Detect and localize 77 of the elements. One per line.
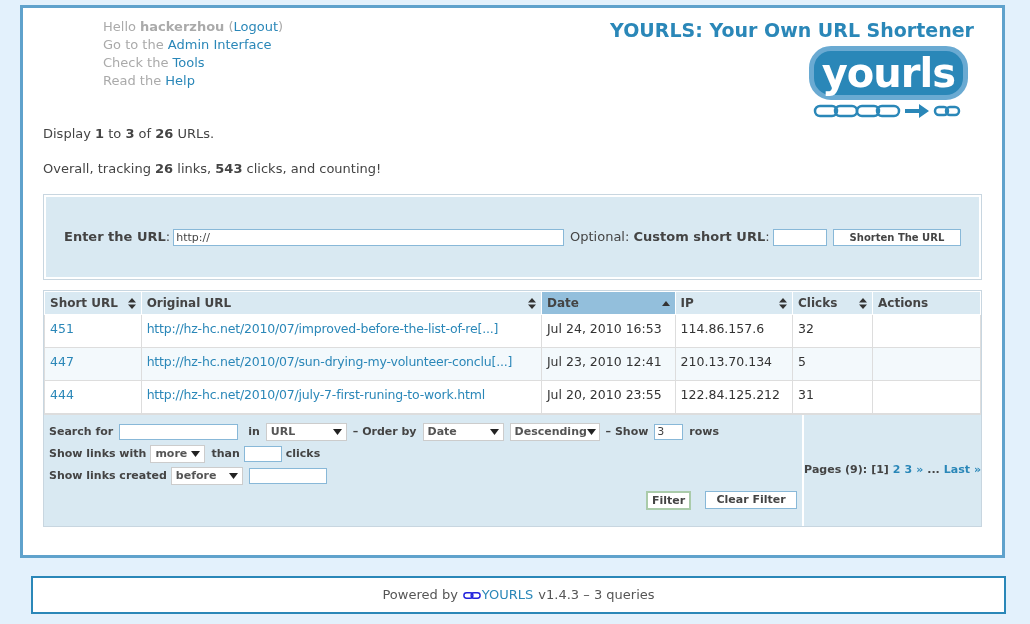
logo-text: yourls — [808, 46, 968, 100]
nav-text: ( — [227, 18, 234, 35]
rows-input[interactable]: 3 — [654, 424, 684, 440]
filter-label: Show links with — [49, 445, 147, 462]
order-select[interactable]: Date — [422, 423, 504, 441]
last-page-link[interactable]: Last » — [943, 462, 981, 479]
footer-link[interactable]: YOURLS — [462, 585, 534, 605]
short-url-link[interactable]: 451 — [44, 314, 142, 348]
caret-icon — [332, 429, 342, 435]
page-link[interactable]: 2 — [892, 462, 901, 479]
compare-select[interactable]: more — [150, 445, 206, 463]
filter-button[interactable]: Filter — [646, 491, 692, 510]
next-page-link[interactable]: » — [916, 462, 924, 479]
column-header[interactable]: Short URL — [44, 291, 142, 315]
column-header[interactable]: IP — [675, 291, 793, 315]
username: hackerzhou — [140, 18, 225, 35]
column-header[interactable]: Date — [541, 291, 676, 315]
nav-text: Hello — [103, 18, 137, 35]
table-cell: 122.84.125.212 — [675, 380, 793, 414]
caret-icon — [489, 429, 499, 435]
custom-label: Optional: Custom short URL: — [570, 228, 770, 247]
filter-label: – Order by — [352, 423, 417, 440]
table-cell: 5 — [792, 347, 873, 381]
column-header[interactable]: Actions — [872, 291, 981, 315]
table-cell: 31 — [792, 380, 873, 414]
filter-label: Show links created — [49, 467, 167, 484]
original-url-link[interactable]: http://hz-hc.net/2010/07/improved-before-the-list-of-re[...] — [141, 314, 542, 348]
stats-text: Overall, tracking 26 links, 543 clicks, and counting! — [43, 159, 383, 178]
caret-icon — [228, 473, 238, 479]
table-cell: Jul 23, 2010 12:41 — [541, 347, 676, 381]
short-url-link[interactable]: 444 — [44, 380, 142, 414]
nav-link[interactable]: Help — [165, 72, 195, 89]
filter-label: Search for — [49, 423, 114, 440]
caret-icon — [191, 451, 201, 457]
nav-text: Read the — [103, 72, 163, 89]
nav-link[interactable]: Tools — [172, 54, 205, 71]
short-url-link[interactable]: 447 — [44, 347, 142, 381]
nav-text: ) — [278, 18, 284, 35]
chain-icon — [462, 590, 481, 600]
search-input[interactable] — [119, 424, 239, 440]
footer-text: Powered by — [382, 586, 458, 605]
column-header[interactable]: Original URL — [141, 291, 542, 315]
date-compare-select[interactable]: before — [170, 467, 243, 485]
table-cell: 210.13.70.134 — [675, 347, 793, 381]
url-label: Enter the URL: — [64, 228, 171, 247]
filter-label: – Show — [605, 423, 649, 440]
column-header[interactable]: Clicks — [792, 291, 873, 315]
direction-select[interactable]: Descending — [509, 423, 600, 441]
shorten-button[interactable]: Shorten The URL — [832, 228, 961, 246]
stats-text: Display 1 to 3 of 26 URLs. — [43, 125, 216, 143]
original-url-link[interactable]: http://hz-hc.net/2010/07/july-7-first-runing-to-work.html — [141, 380, 542, 414]
nav-link[interactable]: Logout — [233, 18, 279, 35]
table-cell: Jul 24, 2010 16:53 — [541, 314, 676, 348]
original-url-link[interactable]: http://hz-hc.net/2010/07/sun-drying-my-volunteer-conclu[...] — [141, 347, 542, 381]
url-input[interactable]: http:// — [173, 228, 564, 246]
filter-label: clicks — [285, 445, 321, 462]
nav-link[interactable]: Admin Interface — [167, 36, 272, 53]
filter-label: rows — [689, 423, 720, 440]
ellipsis: ... — [927, 462, 940, 479]
pages-label: Pages (9): — [804, 462, 868, 479]
footer-text: v1.4.3 – 3 queries — [538, 586, 655, 605]
current-page: [1] — [871, 462, 889, 479]
filter-label: than — [211, 445, 240, 462]
page-link[interactable]: 3 — [904, 462, 913, 479]
clear-filter-button[interactable]: Clear Filter — [705, 491, 798, 509]
date-input[interactable] — [248, 468, 327, 484]
caret-icon — [586, 429, 596, 435]
table-cell: 32 — [792, 314, 873, 348]
custom-url-input[interactable] — [772, 228, 827, 246]
nav-text: Check the — [103, 54, 170, 71]
filter-label: in — [248, 423, 260, 440]
table-cell: Jul 20, 2010 23:55 — [541, 380, 676, 414]
clicks-input[interactable] — [243, 446, 282, 462]
nav-text: Go to the — [103, 36, 165, 53]
table-cell: 114.86.157.6 — [675, 314, 793, 348]
field-select[interactable]: URL — [265, 423, 347, 441]
page-title: YOURLS: Your Own URL Shortener — [610, 18, 974, 42]
